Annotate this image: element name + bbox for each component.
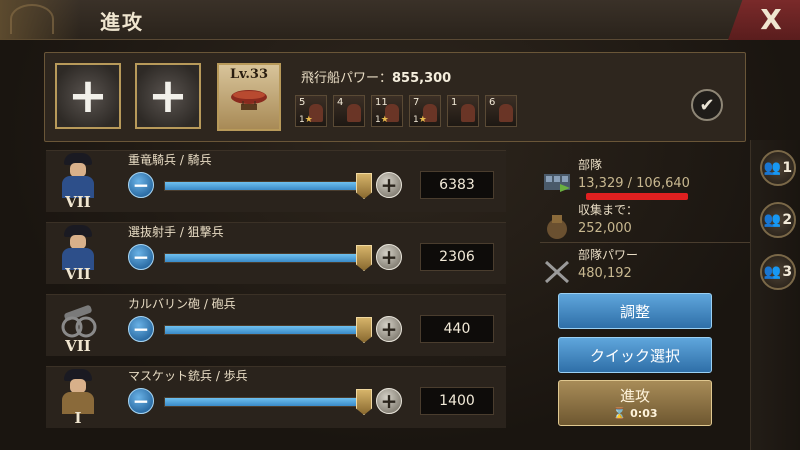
officer-slot-1[interactable]: 5 1★ bbox=[295, 95, 327, 127]
capacity-warning-bar bbox=[586, 193, 688, 200]
officer-stars: 1★ bbox=[299, 115, 313, 125]
close-button[interactable]: X bbox=[728, 0, 800, 40]
troop-power-value: 480,192 bbox=[578, 266, 632, 281]
page-title: 進攻 bbox=[100, 10, 144, 34]
plus-icon: + bbox=[147, 68, 189, 124]
crossed-guns-icon bbox=[544, 260, 570, 284]
officer-slot-3[interactable]: 11 1★ bbox=[371, 95, 403, 127]
header-ornament bbox=[0, 0, 80, 40]
increase-button[interactable]: + bbox=[376, 316, 402, 342]
march-time: ⌛ 0:03 bbox=[612, 407, 658, 420]
troop-count-input[interactable]: 2306 bbox=[420, 243, 494, 271]
airship-power-value: 855,300 bbox=[392, 71, 452, 86]
decrease-button[interactable]: − bbox=[128, 172, 154, 198]
gather-icon bbox=[547, 215, 567, 239]
airship-power-label: 飛行船パワー： bbox=[301, 71, 393, 86]
gather-value: 252,000 bbox=[578, 221, 632, 236]
add-slot-1-button[interactable]: + bbox=[55, 63, 121, 129]
group-icon: 👥 bbox=[763, 160, 782, 176]
slider-thumb[interactable] bbox=[356, 317, 372, 343]
increase-button[interactable]: + bbox=[376, 172, 402, 198]
hourglass-icon: ⌛ bbox=[612, 407, 627, 420]
confirm-check-button[interactable]: ✔ bbox=[691, 89, 723, 121]
star-icon: ★ bbox=[304, 115, 313, 125]
officer-stars: 1★ bbox=[375, 115, 389, 125]
officer-portrait bbox=[461, 104, 475, 122]
officer-level: 4 bbox=[337, 97, 344, 108]
header-bar: 進攻 X bbox=[0, 0, 800, 40]
slider-fill bbox=[165, 398, 363, 406]
troop-name: マスケット銃兵 / 歩兵 bbox=[128, 369, 248, 383]
troop-name: 重竜騎兵 / 騎兵 bbox=[128, 153, 212, 167]
troop-row-sharpshooter: VII 選抜射手 / 狙撃兵 − + 2306 bbox=[46, 222, 506, 284]
airship-card[interactable]: Lv.33 bbox=[217, 63, 281, 131]
slider-fill bbox=[165, 182, 363, 190]
squad-value: 13,329 / 106,640 bbox=[578, 176, 690, 191]
officer-level: 1 bbox=[451, 97, 458, 108]
preset-tab-strip bbox=[750, 140, 800, 450]
troop-row-musketeer: I マスケット銃兵 / 歩兵 − + 1400 bbox=[46, 366, 506, 428]
march-button[interactable]: 進攻 ⌛ 0:03 bbox=[558, 380, 712, 426]
officer-level: 5 bbox=[299, 97, 306, 108]
squad-icon bbox=[544, 174, 570, 192]
troop-count-input[interactable]: 440 bbox=[420, 315, 494, 343]
airship-icon bbox=[231, 90, 267, 110]
close-icon: X bbox=[760, 3, 782, 36]
adjust-button[interactable]: 調整 bbox=[558, 293, 712, 329]
decrease-button[interactable]: − bbox=[128, 388, 154, 414]
officer-level: 6 bbox=[489, 97, 496, 108]
slider-fill bbox=[165, 326, 363, 334]
troop-row-culverin: VII カルバリン砲 / 砲兵 − + 440 bbox=[46, 294, 506, 356]
plus-icon: + bbox=[67, 68, 109, 124]
star-icon: ★ bbox=[380, 115, 389, 125]
slider-thumb[interactable] bbox=[356, 245, 372, 271]
star-icon: ★ bbox=[418, 115, 427, 125]
troop-count-input[interactable]: 1400 bbox=[420, 387, 494, 415]
march-label: 進攻 bbox=[619, 387, 650, 405]
slider-thumb[interactable] bbox=[356, 173, 372, 199]
airship-power: 飛行船パワー：855,300 bbox=[301, 67, 451, 86]
troop-name: 選抜射手 / 狙撃兵 bbox=[128, 225, 224, 239]
troop-tier: VII bbox=[65, 265, 91, 283]
troop-tier: VII bbox=[65, 337, 91, 355]
officer-portrait bbox=[499, 104, 513, 122]
airship-panel: + + Lv.33 飛行船パワー：855,300 5 1★ 4 11 1★ 7 … bbox=[44, 52, 746, 142]
preset-tab-2[interactable]: 👥 2 bbox=[760, 202, 796, 238]
decrease-button[interactable]: − bbox=[128, 316, 154, 342]
quick-select-button[interactable]: クイック選択 bbox=[558, 337, 712, 373]
preset-tab-1[interactable]: 👥 1 bbox=[760, 150, 796, 186]
troop-tier: VII bbox=[65, 193, 91, 211]
troop-slider[interactable] bbox=[164, 397, 364, 407]
troop-row-dragoon: VII 重竜騎兵 / 騎兵 − + 6383 bbox=[46, 150, 506, 212]
officer-slot-5[interactable]: 1 bbox=[447, 95, 479, 127]
divider bbox=[540, 242, 750, 243]
slider-fill bbox=[165, 254, 363, 262]
troop-slider[interactable] bbox=[164, 181, 364, 191]
slider-thumb[interactable] bbox=[356, 389, 372, 415]
troop-tier: I bbox=[74, 409, 82, 427]
add-slot-2-button[interactable]: + bbox=[135, 63, 201, 129]
troop-power-label: 部隊パワー bbox=[578, 248, 639, 262]
officer-slot-6[interactable]: 6 bbox=[485, 95, 517, 127]
officer-slot-2[interactable]: 4 bbox=[333, 95, 365, 127]
officer-level: 7 bbox=[413, 97, 420, 108]
officer-portrait bbox=[347, 104, 361, 122]
troop-power-stat: 部隊パワー 480,192 bbox=[540, 246, 760, 298]
gather-label: 収集まで： bbox=[578, 203, 639, 217]
officer-stars: 1★ bbox=[413, 115, 427, 125]
group-icon: 👥 bbox=[763, 212, 782, 228]
troop-slider[interactable] bbox=[164, 253, 364, 263]
squad-label: 部隊 bbox=[578, 158, 603, 172]
preset-tab-3[interactable]: 👥 3 bbox=[760, 254, 796, 290]
troop-name: カルバリン砲 / 砲兵 bbox=[128, 297, 236, 311]
troop-slider[interactable] bbox=[164, 325, 364, 335]
increase-button[interactable]: + bbox=[376, 388, 402, 414]
decrease-button[interactable]: − bbox=[128, 244, 154, 270]
officer-slot-4[interactable]: 7 1★ bbox=[409, 95, 441, 127]
increase-button[interactable]: + bbox=[376, 244, 402, 270]
check-icon: ✔ bbox=[699, 94, 715, 116]
troop-count-input[interactable]: 6383 bbox=[420, 171, 494, 199]
airship-level: Lv.33 bbox=[229, 67, 268, 82]
group-icon: 👥 bbox=[763, 264, 782, 280]
